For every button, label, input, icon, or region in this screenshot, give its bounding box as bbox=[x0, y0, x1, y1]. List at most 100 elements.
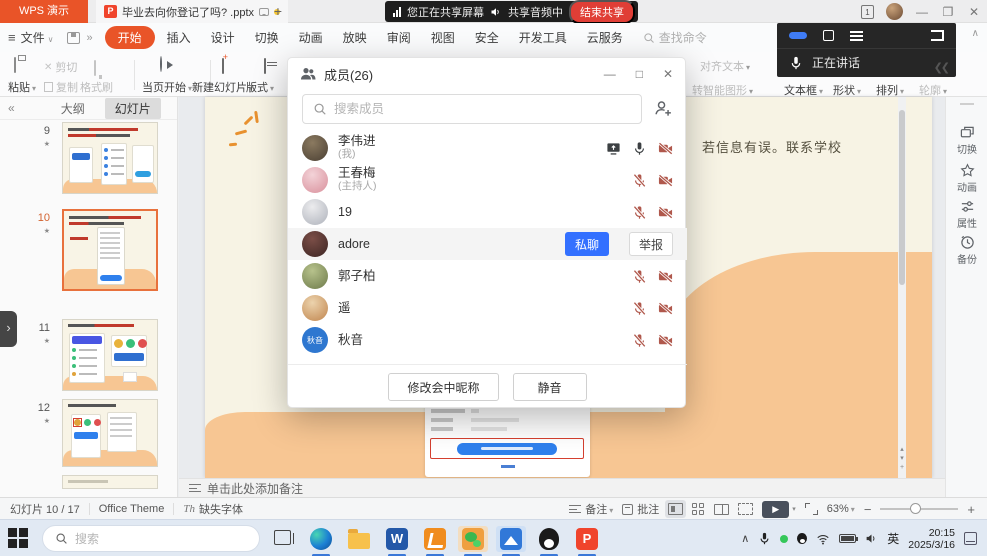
dialog-maximize-button[interactable]: □ bbox=[636, 67, 643, 81]
new-slide-icon[interactable] bbox=[222, 58, 224, 74]
format-painter-icon[interactable] bbox=[94, 60, 96, 76]
zoom-level[interactable]: 63% bbox=[827, 503, 855, 515]
member-row[interactable]: 19 bbox=[288, 196, 687, 228]
stop-video-icon[interactable] bbox=[823, 30, 834, 41]
slide-thumbnail-9[interactable]: 9 bbox=[0, 122, 178, 194]
scrollbar-thumb[interactable] bbox=[899, 110, 905, 285]
hamburger-menu-icon[interactable]: ≡ bbox=[8, 30, 16, 45]
rail-item-properties[interactable]: 属性 bbox=[946, 199, 987, 230]
wps-app-tab[interactable]: WPS 演示 bbox=[0, 0, 88, 23]
tab-cloud[interactable]: 云服务 bbox=[577, 26, 633, 49]
tray-mic-icon[interactable] bbox=[758, 532, 771, 545]
find-command[interactable]: 查找命令 bbox=[643, 29, 707, 46]
member-search-input[interactable] bbox=[334, 102, 614, 116]
mic-muted-icon[interactable] bbox=[632, 269, 647, 284]
rail-item-animation[interactable]: 动画 bbox=[946, 163, 987, 194]
layout-icon[interactable] bbox=[264, 58, 266, 74]
user-avatar[interactable] bbox=[886, 3, 903, 20]
arrange-button[interactable]: 排列 bbox=[876, 82, 904, 98]
document-count-icon[interactable]: 1 bbox=[861, 5, 874, 19]
tab-slideshow[interactable]: 放映 bbox=[333, 26, 377, 49]
add-member-icon[interactable] bbox=[654, 99, 672, 117]
camera-off-icon[interactable] bbox=[658, 205, 673, 220]
mic-muted-icon[interactable] bbox=[632, 301, 647, 316]
paste-icon[interactable] bbox=[14, 57, 16, 73]
slide-sorter-view-button[interactable] bbox=[692, 503, 705, 515]
restore-button[interactable]: ❐ bbox=[941, 5, 955, 19]
theme-name[interactable]: Office Theme bbox=[99, 503, 165, 515]
word-app-icon[interactable]: W bbox=[382, 526, 412, 552]
rail-item-backup[interactable]: 备份 bbox=[946, 235, 987, 266]
member-row[interactable]: 郭子柏 bbox=[288, 260, 687, 292]
meeting-app-icon[interactable] bbox=[496, 526, 526, 552]
member-row[interactable]: 王春梅(主持人) bbox=[288, 164, 687, 196]
collapse-ribbon-icon[interactable]: ∧ bbox=[972, 28, 979, 39]
slide-thumbnail-13[interactable] bbox=[0, 475, 178, 489]
notes-bar[interactable]: 单击此处添加备注 bbox=[179, 478, 945, 497]
notification-center-icon[interactable] bbox=[964, 532, 977, 545]
new-tab-button[interactable]: + bbox=[268, 2, 288, 22]
mic-muted-icon[interactable] bbox=[632, 205, 647, 220]
mic-muted-icon[interactable] bbox=[632, 333, 647, 348]
tab-transition[interactable]: 切换 bbox=[245, 26, 289, 49]
reading-view-button[interactable] bbox=[714, 504, 729, 515]
comments-toggle[interactable]: 批注 bbox=[622, 501, 659, 517]
tray-qq-icon[interactable] bbox=[797, 533, 807, 544]
wechat-app-icon[interactable] bbox=[458, 526, 488, 552]
mic-level-pill-icon[interactable] bbox=[789, 32, 807, 39]
wps-app-icon[interactable]: P bbox=[572, 526, 602, 552]
rail-item-transition[interactable]: 切换 bbox=[946, 125, 987, 156]
task-view-icon[interactable] bbox=[274, 530, 291, 545]
zoom-out-button[interactable]: − bbox=[864, 502, 872, 517]
slide-text[interactable]: 若信息有误。联系学校 bbox=[702, 137, 842, 156]
tab-design[interactable]: 设计 bbox=[201, 26, 245, 49]
cut-button[interactable]: ✕剪切 bbox=[44, 59, 77, 75]
play-from-current-button[interactable]: 当页开始 bbox=[142, 79, 192, 95]
camera-off-icon[interactable] bbox=[658, 333, 673, 348]
format-painter-button[interactable]: 格式刷 bbox=[80, 79, 113, 95]
tab-security[interactable]: 安全 bbox=[465, 26, 509, 49]
panel-layout-icon[interactable] bbox=[931, 30, 944, 41]
edge-app-icon[interactable] bbox=[306, 526, 336, 552]
slide-thumbnail-10[interactable]: 10 bbox=[0, 209, 178, 291]
camera-off-icon[interactable] bbox=[658, 269, 673, 284]
taskbar-search[interactable] bbox=[42, 525, 260, 552]
member-row-hovered[interactable]: adore 私聊 举报 bbox=[288, 228, 687, 260]
outline-button[interactable]: 轮廓 bbox=[919, 82, 947, 98]
document-tab[interactable]: P 毕业去向你登记了吗? .pptx bbox=[96, 0, 288, 23]
screen-sharing-icon[interactable] bbox=[606, 141, 621, 156]
more-chevrons-icon[interactable]: » bbox=[86, 32, 92, 44]
tab-insert[interactable]: 插入 bbox=[157, 26, 201, 49]
play-dropdown-icon[interactable]: ▾ bbox=[792, 505, 796, 513]
rename-in-meeting-button[interactable]: 修改会中昵称 bbox=[388, 373, 498, 401]
tab-home[interactable]: 开始 bbox=[105, 26, 155, 49]
qq-app-icon[interactable] bbox=[534, 526, 564, 552]
shape-button[interactable]: 形状 bbox=[833, 82, 861, 98]
paste-button[interactable]: 粘贴 bbox=[8, 79, 36, 95]
close-button[interactable]: ✕ bbox=[967, 5, 981, 19]
report-button[interactable]: 举报 bbox=[629, 232, 673, 256]
slide-thumbnail-12[interactable]: 12 bbox=[0, 399, 178, 467]
end-share-button[interactable]: 结束共享 bbox=[569, 0, 635, 24]
align-text-button[interactable]: 对齐文本 bbox=[700, 58, 750, 74]
new-slide-button[interactable]: 新建幻灯片 bbox=[192, 79, 253, 95]
member-search-box[interactable] bbox=[302, 94, 642, 124]
camera-off-icon[interactable] bbox=[658, 301, 673, 316]
file-menu[interactable]: 文件 bbox=[21, 29, 54, 46]
collapse-panel-icon[interactable]: « bbox=[8, 101, 15, 115]
layout-button[interactable]: 版式 bbox=[246, 79, 274, 95]
dialog-close-button[interactable]: ✕ bbox=[663, 67, 673, 81]
taskbar-clock[interactable]: 20:152025/3/16 bbox=[908, 527, 955, 551]
dialog-minimize-button[interactable]: — bbox=[604, 67, 616, 81]
camera-off-icon[interactable] bbox=[658, 141, 673, 156]
mute-button[interactable]: 静音 bbox=[513, 373, 587, 401]
tab-animation[interactable]: 动画 bbox=[289, 26, 333, 49]
missing-font-warning[interactable]: 缺失字体 bbox=[199, 501, 243, 517]
wifi-icon[interactable] bbox=[816, 532, 830, 546]
copy-button[interactable]: 复制 bbox=[44, 79, 78, 95]
save-icon[interactable] bbox=[67, 32, 80, 44]
tab-slides[interactable]: 幻灯片 bbox=[105, 98, 161, 119]
tab-devtools[interactable]: 开发工具 bbox=[509, 26, 577, 49]
tray-wechat-icon[interactable] bbox=[780, 535, 788, 543]
member-row[interactable]: 李伟进(我) bbox=[288, 132, 687, 164]
